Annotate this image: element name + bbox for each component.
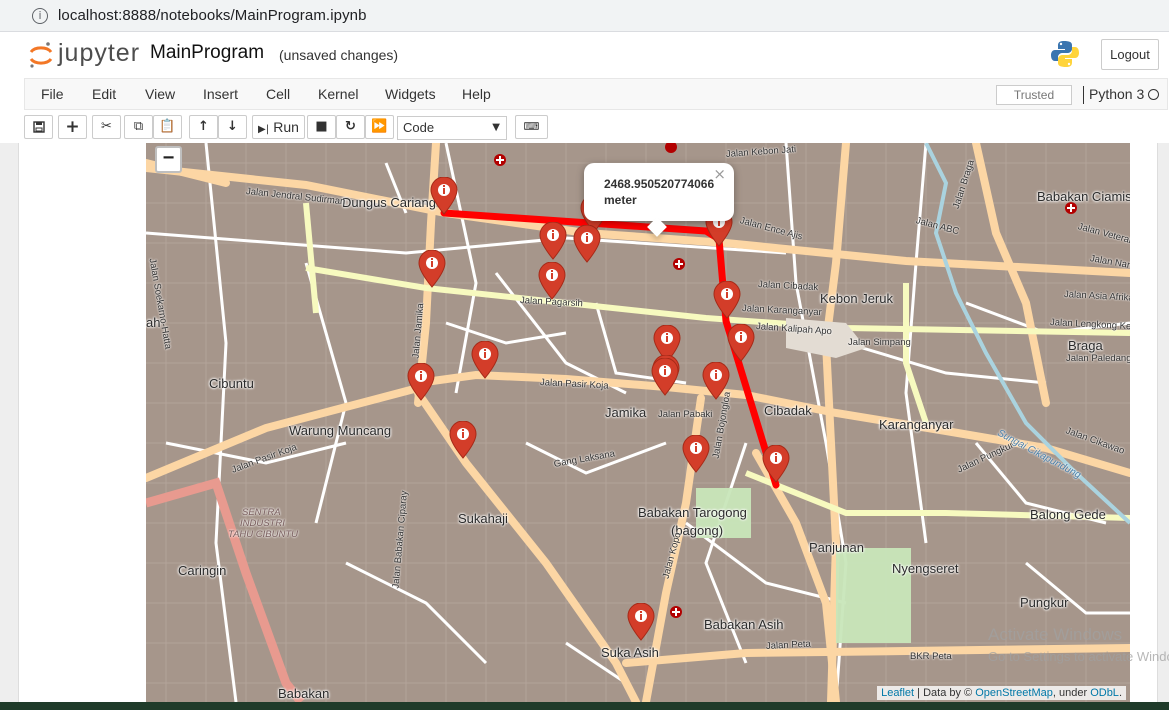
close-icon[interactable]: × bbox=[713, 166, 726, 182]
keyboard-icon[interactable]: ⌨ bbox=[515, 115, 548, 139]
street-label: Jalan Paledang bbox=[1066, 353, 1130, 364]
place-label: Cibadak bbox=[764, 403, 812, 418]
python-logo-icon bbox=[1051, 41, 1079, 67]
trusted-indicator[interactable]: Trusted bbox=[996, 85, 1072, 105]
activate-windows-hint: Go to Settings to activate Windows. bbox=[988, 649, 1169, 664]
osm-link[interactable]: OpenStreetMap bbox=[975, 687, 1053, 699]
place-label: Dungus Cariang bbox=[342, 195, 436, 210]
os-taskbar bbox=[0, 702, 1169, 710]
place-label: Panjunan bbox=[809, 540, 864, 555]
kernel-status-icon bbox=[1148, 89, 1159, 100]
map-marker-icon[interactable] bbox=[682, 435, 710, 473]
move-down-icon[interactable]: ↓ bbox=[218, 115, 247, 139]
url-field[interactable]: localhost:8888/notebooks/MainProgram.ipy… bbox=[58, 7, 367, 24]
menu-cell[interactable]: Cell bbox=[266, 86, 290, 102]
place-label: Cibuntu bbox=[209, 376, 254, 391]
place-label: Karanganyar bbox=[879, 417, 954, 432]
map-marker-icon[interactable] bbox=[727, 324, 755, 362]
place-label: Braga bbox=[1068, 338, 1103, 353]
map-popup: 2468.950520774066 meter × bbox=[584, 163, 734, 237]
map-marker-icon[interactable] bbox=[762, 445, 790, 483]
map-marker-icon[interactable] bbox=[651, 358, 679, 396]
jupyter-header: jupyter MainProgram (unsaved changes) Lo… bbox=[0, 32, 1169, 78]
cut-icon[interactable]: ✂ bbox=[92, 115, 121, 139]
jupyter-logo-text[interactable]: jupyter bbox=[58, 39, 140, 68]
cell-type-value: Code bbox=[403, 120, 435, 135]
map-marker-icon[interactable] bbox=[449, 421, 477, 459]
street-label: BKR Peta bbox=[910, 651, 952, 662]
attribution-text: . bbox=[1118, 687, 1122, 699]
industry-label: INDUSTRI bbox=[240, 518, 285, 529]
restart-icon[interactable]: ↻ bbox=[336, 115, 365, 139]
map-marker-icon[interactable] bbox=[407, 363, 435, 401]
menu-kernel[interactable]: Kernel bbox=[318, 86, 358, 102]
copy-icon[interactable]: ⧉ bbox=[124, 115, 153, 139]
attribution-text: , under bbox=[1052, 687, 1091, 699]
logout-button[interactable]: Logout bbox=[1101, 39, 1159, 70]
activate-windows-watermark: Activate Windows bbox=[988, 625, 1123, 644]
place-label: Suka Asih bbox=[601, 645, 659, 660]
paste-icon[interactable]: 📋 bbox=[153, 115, 182, 139]
run-button[interactable]: ▶| Run bbox=[252, 115, 305, 139]
jupyter-logo-icon[interactable] bbox=[28, 40, 54, 70]
map-attribution: Leaflet | Data by © OpenStreetMap, under… bbox=[877, 686, 1126, 700]
industry-label: TAHU CIBUNTU bbox=[228, 529, 299, 540]
map-marker-icon[interactable] bbox=[702, 362, 730, 400]
move-up-icon[interactable]: ↑ bbox=[189, 115, 218, 139]
map-marker-icon[interactable] bbox=[539, 222, 567, 260]
run-icon: ▶| bbox=[258, 124, 270, 135]
place-label: Jamika bbox=[605, 405, 647, 420]
map-marker-icon[interactable] bbox=[418, 250, 446, 288]
menu-insert[interactable]: Insert bbox=[203, 86, 238, 102]
place-label: Babakan Asih bbox=[704, 617, 784, 632]
run-label: Run bbox=[273, 119, 299, 135]
leaflet-link[interactable]: Leaflet bbox=[881, 687, 914, 699]
place-label: Babakan Ciamis bbox=[1037, 189, 1130, 204]
street-label: Jalan Peta bbox=[765, 638, 812, 652]
street-label: Jalan Pabaki bbox=[658, 409, 713, 420]
industry-label: SENTRA bbox=[242, 507, 281, 518]
menu-view[interactable]: View bbox=[145, 86, 175, 102]
popup-text: 2468.950520774066 meter bbox=[604, 177, 715, 207]
menu-edit[interactable]: Edit bbox=[92, 86, 116, 102]
notebook-name[interactable]: MainProgram bbox=[150, 42, 264, 64]
chevron-down-icon: ▼ bbox=[492, 122, 500, 133]
place-label: Babakan Tarogong bbox=[638, 505, 747, 520]
save-icon[interactable] bbox=[24, 115, 53, 139]
zoom-out-button[interactable]: − bbox=[155, 146, 182, 173]
kernel-name[interactable]: Python 3 bbox=[1083, 86, 1144, 104]
odbl-link[interactable]: ODbL bbox=[1090, 687, 1119, 699]
info-icon[interactable]: i bbox=[32, 7, 48, 24]
menubar: File Edit View Insert Cell Kernel Widget… bbox=[24, 78, 1168, 110]
place-label: Caringin bbox=[178, 563, 227, 578]
place-label: Kebon Jeruk bbox=[820, 291, 893, 306]
street-label: Jalan Simpang bbox=[848, 337, 911, 348]
place-label: Sukahaji bbox=[458, 511, 508, 526]
cell-type-select[interactable]: Code ▼ bbox=[397, 116, 507, 140]
fast-forward-icon[interactable]: ⏩ bbox=[365, 115, 394, 139]
place-label: Babakan bbox=[278, 686, 330, 701]
attribution-text: | Data by © bbox=[914, 687, 976, 699]
browser-address-bar: i localhost:8888/notebooks/MainProgram.i… bbox=[0, 0, 1169, 32]
map-marker-icon[interactable] bbox=[538, 262, 566, 300]
place-label: Nyengseret bbox=[892, 561, 959, 576]
menu-widgets[interactable]: Widgets bbox=[385, 86, 436, 102]
add-cell-icon[interactable]: + bbox=[58, 115, 87, 139]
save-status: (unsaved changes) bbox=[279, 47, 399, 63]
menu-help[interactable]: Help bbox=[462, 86, 491, 102]
map-marker-icon[interactable] bbox=[430, 177, 458, 215]
place-label: Pungkur bbox=[1020, 595, 1069, 610]
map-marker-icon[interactable] bbox=[627, 603, 655, 641]
map-marker-icon[interactable] bbox=[573, 225, 601, 263]
menu-file[interactable]: File bbox=[41, 86, 64, 102]
place-label: Balong Gede bbox=[1030, 507, 1106, 522]
map-marker-icon[interactable] bbox=[713, 281, 741, 319]
map-output[interactable]: − Dungus Cariang Kebon Jeruk Babakan Cia… bbox=[146, 143, 1130, 702]
stop-icon[interactable]: ■ bbox=[307, 115, 336, 139]
notebook-toolbar: + ✂ ⧉ 📋 ↑ ↓ ▶| Run ■ ↻ ⏩ ⌨ bbox=[0, 111, 1169, 143]
place-label: Warung Muncang bbox=[289, 423, 392, 438]
map-marker-icon[interactable] bbox=[471, 341, 499, 379]
